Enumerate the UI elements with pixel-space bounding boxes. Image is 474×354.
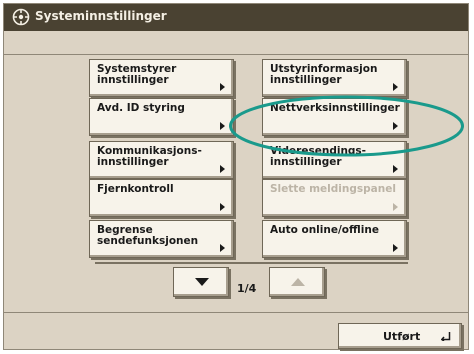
- chevron-right-icon: [220, 83, 225, 91]
- chevron-right-icon: [220, 122, 225, 130]
- footer-divider: [4, 312, 468, 313]
- slette-meldingspanel-button[interactable]: Slette meldingspanel: [262, 179, 407, 217]
- highlight-oval: [229, 95, 464, 157]
- button-label: Kommunikasjons- innstillinger: [97, 145, 202, 168]
- title-bar: Systeminnstillinger: [4, 4, 468, 31]
- previous-page-button[interactable]: [269, 267, 325, 297]
- chevron-right-icon: [220, 203, 225, 211]
- settings-gear-icon: [12, 8, 30, 26]
- return-arrow-icon: [441, 332, 451, 341]
- chevron-right-icon: [220, 244, 225, 252]
- button-label: Auto online/offline: [270, 224, 379, 236]
- begrense-sendefunksjonen-button[interactable]: Begrense sendefunksjonen: [89, 220, 234, 258]
- chevron-right-icon: [220, 165, 225, 173]
- window-title: Systeminnstillinger: [35, 9, 167, 23]
- arrow-up-icon: [291, 278, 305, 286]
- button-label: Systemstyrer innstillinger: [97, 63, 177, 86]
- page-indicator: 1/4: [237, 282, 257, 295]
- next-page-button[interactable]: [173, 267, 229, 297]
- kommunikasjonsinnstillinger-button[interactable]: Kommunikasjons- innstillinger: [89, 141, 234, 179]
- systemstyrer-button[interactable]: Systemstyrer innstillinger: [89, 59, 234, 97]
- arrow-down-icon: [195, 278, 209, 286]
- done-label: Utført: [383, 330, 421, 343]
- chevron-right-icon: [393, 203, 398, 211]
- auto-online-offline-button[interactable]: Auto online/offline: [262, 220, 407, 258]
- button-label: Slette meldingspanel: [270, 183, 396, 195]
- done-button[interactable]: Utført: [338, 323, 462, 349]
- fjernkontroll-button[interactable]: Fjernkontroll: [89, 179, 234, 217]
- button-label: Begrense sendefunksjonen: [97, 224, 199, 247]
- chevron-right-icon: [393, 244, 398, 252]
- button-label: Utstyrinformasjon innstillinger: [270, 63, 378, 86]
- header-divider: [4, 54, 468, 55]
- utstyrinformasjon-button[interactable]: Utstyrinformasjon innstillinger: [262, 59, 407, 97]
- chevron-right-icon: [393, 165, 398, 173]
- list-divider: [95, 262, 408, 264]
- chevron-right-icon: [393, 83, 398, 91]
- button-label: Fjernkontroll: [97, 183, 174, 195]
- button-label: Avd. ID styring: [97, 102, 185, 114]
- settings-window: Systeminnstillinger Systemstyrer innstil…: [3, 3, 469, 350]
- avd-id-styring-button[interactable]: Avd. ID styring: [89, 98, 234, 136]
